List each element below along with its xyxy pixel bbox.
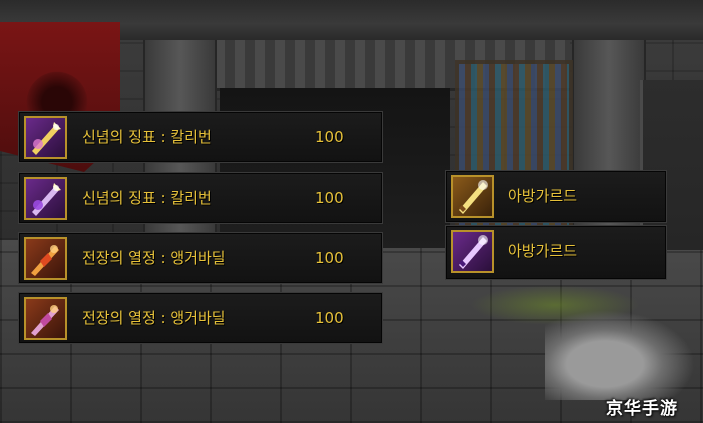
item-quantity: 100 [315,128,344,146]
glowing-sword-icon [451,230,494,273]
item-slot[interactable]: 신념의 징표 : 칼리번 100 [18,111,383,163]
item-quantity: 100 [315,189,344,207]
flame-blade-icon [24,297,67,340]
item-name: 아방가르드 [508,187,578,205]
item-name: 전장의 열정 : 앵거바딜 [82,309,226,327]
flame-blade-icon [24,237,67,280]
sword-sigil-icon [24,116,67,159]
item-slot[interactable]: 아방가르드 [445,225,667,280]
item-slot[interactable]: 아방가르드 [445,170,667,223]
rock-rubble [545,310,695,400]
item-name: 아방가르드 [508,242,578,260]
item-name: 신념의 징표 : 칼리번 [82,189,212,207]
sword-sigil-icon [24,177,67,220]
item-quantity: 100 [315,309,344,327]
item-name: 신념의 징표 : 칼리번 [82,128,212,146]
item-slot[interactable]: 전장의 열정 : 앵거바딜 100 [18,292,383,344]
item-quantity: 100 [315,249,344,267]
item-name: 전장의 열정 : 앵거바딜 [82,249,226,267]
glowing-sword-icon [451,175,494,218]
watermark: 京华手游 [606,399,678,419]
item-slot[interactable]: 신념의 징표 : 칼리번 100 [18,172,383,224]
item-slot[interactable]: 전장의 열정 : 앵거바딜 100 [18,232,383,284]
game-scene: 신념의 징표 : 칼리번 100 신념의 징표 : 칼리번 100 전장의 열정… [0,0,703,423]
